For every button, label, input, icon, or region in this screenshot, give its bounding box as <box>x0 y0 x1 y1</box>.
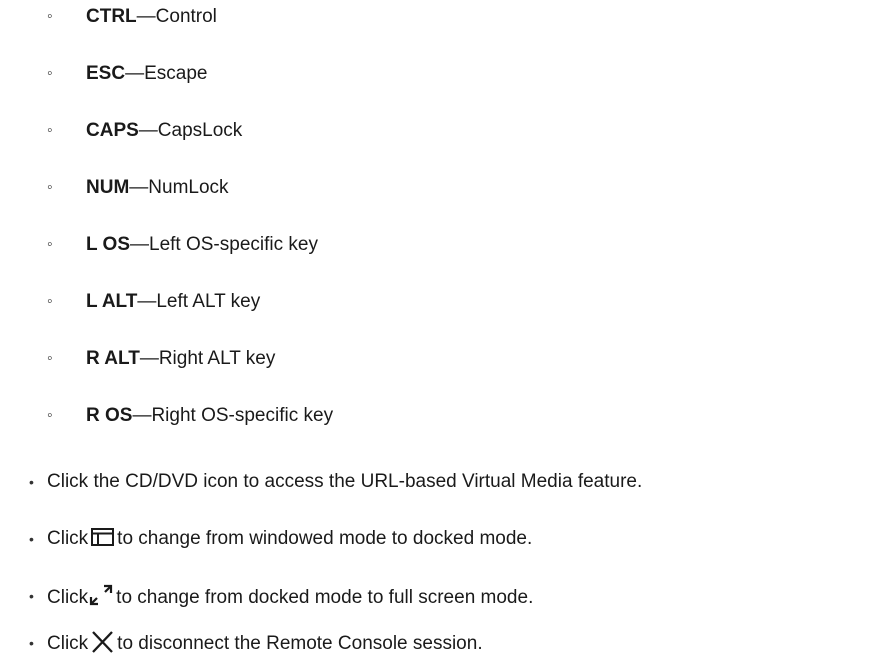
key-name: R ALT <box>86 348 140 369</box>
key-name: L ALT <box>86 291 138 312</box>
main-bullet: • <box>29 635 34 651</box>
separator: — <box>132 405 152 426</box>
sub-bullet: ◦ <box>47 293 53 310</box>
separator: — <box>138 120 158 141</box>
key-name: ESC <box>86 63 126 84</box>
sub-bullet: ◦ <box>47 350 53 367</box>
sub-bullet: ◦ <box>47 122 53 139</box>
key-description: Control <box>155 6 217 27</box>
separator: — <box>139 348 159 369</box>
sub-bullet: ◦ <box>47 179 53 196</box>
instruction-text-after: to change from windowed mode to docked m… <box>117 528 533 549</box>
separator: — <box>137 291 157 312</box>
instruction-text-before: Click <box>47 633 89 655</box>
key-name: CAPS <box>86 120 139 141</box>
sub-bullet: ◦ <box>47 65 53 82</box>
instruction-text-before: Click <box>47 587 89 609</box>
docked-mode-icon <box>91 527 115 546</box>
separator: — <box>136 6 156 27</box>
key-description: Right ALT key <box>158 348 276 369</box>
separator: — <box>129 177 149 198</box>
sub-bullet: ◦ <box>47 8 53 25</box>
sub-bullet: ◦ <box>47 407 53 424</box>
key-name: R OS <box>86 405 133 426</box>
key-description: Escape <box>144 63 208 84</box>
instruction-text-before: Click <box>47 528 89 549</box>
separator: — <box>125 63 145 84</box>
instruction-text: Click the CD/DVD icon to access the URL-… <box>47 471 643 492</box>
main-bullet: • <box>29 531 34 547</box>
sub-bullet: ◦ <box>47 236 53 253</box>
key-name: NUM <box>86 177 130 198</box>
instruction-text-after: to change from docked mode to full scree… <box>116 587 534 609</box>
key-description: Left OS-specific key <box>149 234 318 255</box>
main-bullet: • <box>29 588 34 604</box>
full-screen-icon <box>89 584 113 606</box>
main-bullet: • <box>29 474 34 490</box>
key-description: Right OS-specific key <box>151 405 334 426</box>
key-description: CapsLock <box>157 120 243 141</box>
key-description: NumLock <box>148 177 229 198</box>
close-icon <box>91 631 114 653</box>
key-name: L OS <box>86 234 130 255</box>
separator: — <box>130 234 149 255</box>
key-description: Left ALT key <box>156 291 261 312</box>
key-name: CTRL <box>86 6 137 27</box>
instruction-text-after: to disconnect the Remote Console session… <box>117 633 483 655</box>
